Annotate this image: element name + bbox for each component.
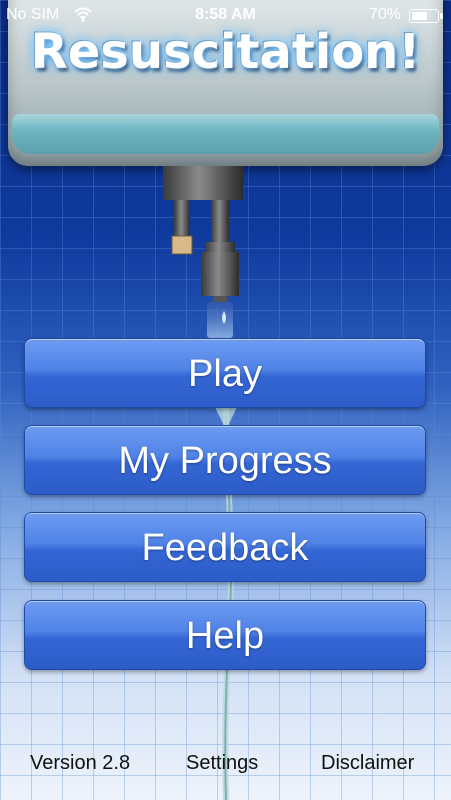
status-bar: No SIM 8:58 AM 70% — [0, 0, 451, 30]
battery-icon — [409, 9, 443, 23]
battery-fill — [412, 12, 427, 20]
help-button[interactable]: Help — [24, 600, 426, 670]
version-label: Version 2.8 — [30, 752, 131, 774]
play-button[interactable]: Play — [24, 338, 426, 408]
app-title: Resuscitation! — [30, 24, 421, 80]
app-screen: Resuscitation! No SIM 8:58 AM 70% Play M… — [0, 0, 451, 800]
battery-nub — [440, 13, 443, 19]
disclaimer-link[interactable]: Disclaimer — [321, 752, 414, 775]
battery-percent: 70% — [368, 6, 401, 23]
settings-link[interactable]: Settings — [186, 752, 258, 775]
feedback-button[interactable]: Feedback — [24, 512, 426, 582]
my-progress-button[interactable]: My Progress — [24, 425, 426, 495]
